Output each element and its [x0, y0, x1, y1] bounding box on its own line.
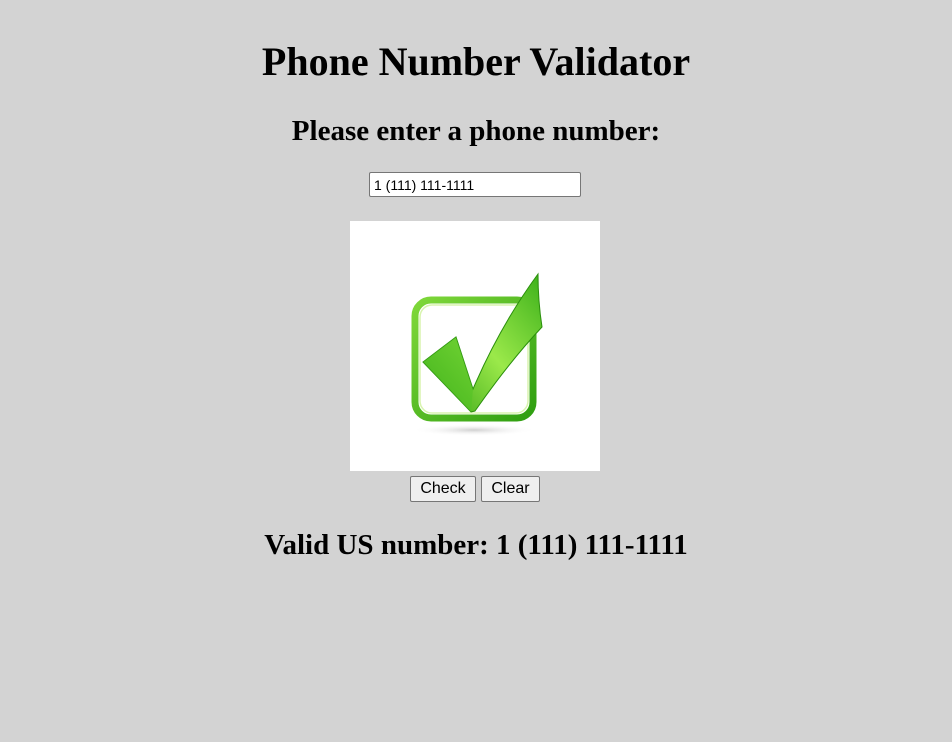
validation-result-text: Valid US number: 1 (111) 111-1111	[264, 529, 688, 561]
clear-button[interactable]: Clear	[481, 476, 540, 502]
input-prompt: Please enter a phone number:	[291, 115, 661, 147]
checkmark-icon	[411, 272, 543, 436]
phone-number-input[interactable]	[369, 172, 581, 197]
check-button[interactable]: Check	[410, 476, 476, 502]
page-title: Phone Number Validator	[261, 39, 691, 84]
validator-page: Phone Number Validator Please enter a ph…	[0, 0, 952, 742]
validation-result-image	[350, 221, 600, 471]
